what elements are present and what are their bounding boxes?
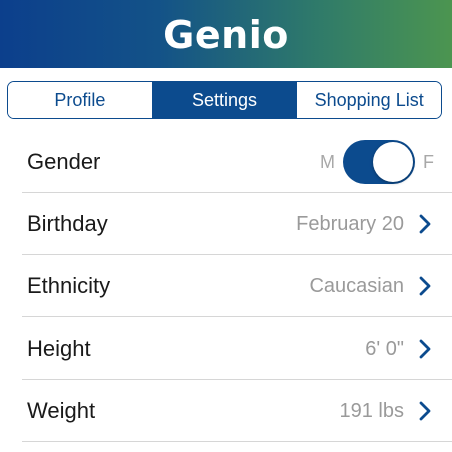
chevron-right-icon (416, 274, 434, 298)
toggle-knob (373, 142, 413, 182)
weight-value: 191 lbs (339, 399, 405, 422)
gender-toggle[interactable] (343, 140, 415, 184)
gender-toggle-group: M F (320, 140, 434, 184)
gender-row: Gender M F (0, 131, 452, 193)
tab-bar: Profile Settings Shopping List (7, 81, 442, 119)
birthday-row[interactable]: Birthday February 20 (0, 193, 452, 255)
weight-row[interactable]: Weight 191 lbs (0, 380, 452, 442)
row-divider (22, 316, 452, 317)
weight-label: Weight (27, 398, 96, 423)
chevron-right-icon (416, 212, 434, 236)
gender-male-label: M (320, 151, 335, 172)
tab-shopping-list[interactable]: Shopping List (296, 82, 441, 118)
settings-screen: Genio Profile Settings Shopping List Gen… (0, 0, 452, 452)
height-row[interactable]: Height 6' 0" (0, 318, 452, 380)
gender-female-label: F (423, 151, 434, 172)
gender-label: Gender (27, 149, 101, 174)
birthday-label: Birthday (27, 211, 108, 236)
height-label: Height (27, 336, 91, 361)
ethnicity-value: Caucasian (309, 274, 404, 297)
height-value: 6' 0" (365, 337, 404, 360)
tab-settings[interactable]: Settings (151, 82, 297, 118)
chevron-right-icon (416, 337, 434, 361)
ethnicity-row[interactable]: Ethnicity Caucasian (0, 255, 452, 317)
app-title: Genio (163, 13, 289, 57)
chevron-right-icon (416, 399, 434, 423)
app-header: Genio (0, 0, 452, 68)
ethnicity-label: Ethnicity (27, 273, 111, 298)
row-divider (22, 441, 452, 442)
birthday-value: February 20 (296, 212, 404, 235)
tab-profile[interactable]: Profile (8, 82, 152, 118)
